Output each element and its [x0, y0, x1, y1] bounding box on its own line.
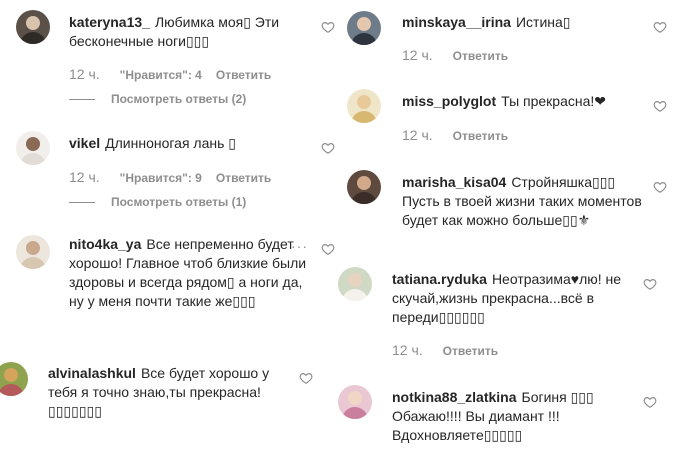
comment-username[interactable]: kateryna13_ [69, 14, 150, 30]
reply-button[interactable]: Ответить [453, 129, 508, 143]
comment-text: miss_polyglot Ты прекрасна!❤ [402, 92, 647, 111]
reply-button[interactable]: Ответить [216, 171, 271, 185]
comment-text: alvinalashkul Все будет хорошо у тебя я т… [48, 364, 298, 421]
comment-time[interactable]: 12 ч. [69, 169, 100, 185]
comment-time[interactable]: 12 ч. [392, 342, 423, 358]
comment-text: kateryna13_ Любимка моя▯ Эти бесконечные … [69, 13, 304, 51]
comment-text: vikel Длинноногая лань ▯ [69, 134, 309, 153]
comment-username[interactable]: miss_polyglot [402, 93, 496, 109]
avatar[interactable] [16, 235, 50, 269]
comment-meta: 12 ч. "Нравится": 9 Ответить [69, 169, 285, 185]
comment-username[interactable]: vikel [69, 135, 100, 151]
heart-outline-icon[interactable] [321, 20, 335, 34]
comment-text: marisha_kisa04 Стройняшка▯▯▯ Пусть в твое… [402, 173, 647, 230]
avatar[interactable] [347, 89, 381, 123]
comment-meta: 12 ч. Ответить [402, 127, 522, 143]
comment-body: Ты прекрасна!❤ [501, 93, 607, 109]
reply-button[interactable]: Ответить [443, 344, 498, 358]
comment-time[interactable]: 12 ч. [402, 47, 433, 63]
comment-meta: 12 ч. Ответить [392, 342, 512, 358]
avatar[interactable] [338, 385, 372, 419]
replies-dash [69, 99, 95, 101]
heart-outline-icon[interactable] [653, 99, 667, 113]
reply-button[interactable]: Ответить [216, 68, 271, 82]
heart-outline-icon[interactable] [321, 141, 335, 155]
likes-count[interactable]: "Нравится": 9 [120, 171, 202, 185]
comment-time[interactable]: 12 ч. [69, 66, 100, 82]
more-options-icon[interactable]: ··· [291, 238, 308, 254]
view-replies-button[interactable]: Посмотреть ответы (2) [69, 92, 246, 106]
reply-button[interactable]: Ответить [453, 49, 508, 63]
comment-username[interactable]: nito4ka_ya [69, 236, 141, 252]
comment-username[interactable]: minskaya__irina [402, 14, 511, 30]
comment-username[interactable]: notkina88_zlatkina [392, 389, 517, 405]
view-replies-label: Посмотреть ответы (2) [111, 92, 247, 106]
avatar[interactable] [16, 131, 50, 165]
heart-outline-icon[interactable] [653, 180, 667, 194]
comment-meta: 12 ч. Ответить [402, 47, 522, 63]
comment-username[interactable]: alvinalashkul [48, 365, 136, 381]
comment-username[interactable]: marisha_kisa04 [402, 174, 506, 190]
avatar[interactable] [338, 267, 372, 301]
avatar[interactable] [347, 170, 381, 204]
comment-text: notkina88_zlatkina Богиня ▯▯▯ Обажаю!!!! … [392, 388, 640, 445]
comment-meta: 12 ч. "Нравится": 4 Ответить [69, 66, 285, 82]
comment-body: Истина▯ [515, 14, 571, 30]
view-replies-label: Посмотреть ответы (1) [111, 195, 247, 209]
replies-dash [69, 202, 95, 204]
comment-time[interactable]: 12 ч. [402, 127, 433, 143]
likes-count[interactable]: "Нравится": 4 [120, 68, 202, 82]
avatar[interactable] [347, 11, 381, 45]
heart-outline-icon[interactable] [643, 277, 657, 291]
heart-outline-icon[interactable] [299, 371, 313, 385]
heart-outline-icon[interactable] [653, 20, 667, 34]
heart-outline-icon[interactable] [643, 395, 657, 409]
comment-text: nito4ka_ya Все непременно будет хорошо! Г… [69, 235, 309, 311]
avatar[interactable] [16, 10, 50, 44]
comment-text: minskaya__irina Истина▯ [402, 13, 647, 32]
comment-body: Длинноногая лань ▯ [105, 135, 237, 151]
avatar[interactable] [0, 362, 28, 396]
comment-text: tatiana.ryduka Неотразима♥лю! не скучай,ж… [392, 270, 637, 327]
view-replies-button[interactable]: Посмотреть ответы (1) [69, 195, 246, 209]
comment-username[interactable]: tatiana.ryduka [392, 271, 487, 287]
heart-outline-icon[interactable] [321, 242, 335, 256]
